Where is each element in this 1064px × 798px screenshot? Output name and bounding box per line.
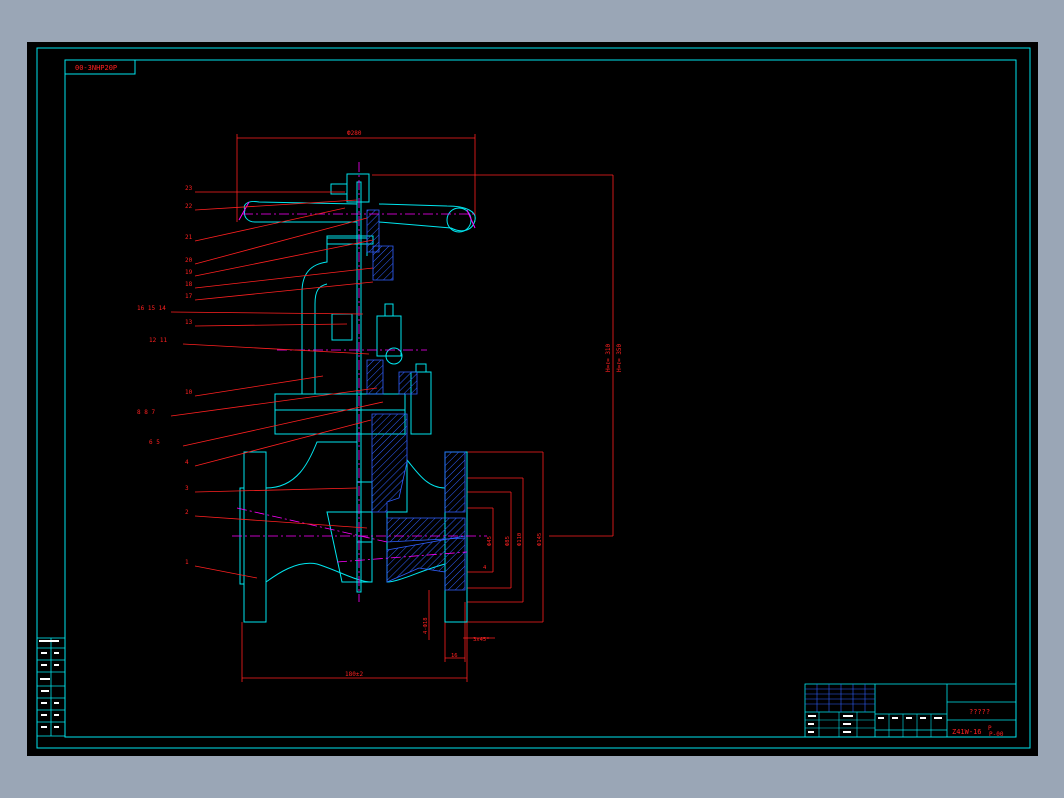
part-callouts: 2322212019181716 15 141312 11108 8 76 54… xyxy=(137,185,193,566)
dim-flange-thickness: 16 xyxy=(451,653,458,659)
dim-height xyxy=(372,174,614,537)
part-label-1: 23 xyxy=(185,185,193,192)
part-label-8: 16 15 14 xyxy=(137,305,166,312)
drawing-name: ????? xyxy=(969,708,990,716)
dim-handwheel xyxy=(236,134,476,222)
margin-glyphs xyxy=(39,640,59,728)
cad-viewport[interactable]: 00-3NHP20P ????? Z41W-16 P P-00 Ф280 H=ℓ… xyxy=(27,42,1038,756)
leader-line-17 xyxy=(194,565,258,579)
dim-height-label: H=ℓ= 310 xyxy=(605,343,612,372)
part-leader-lines xyxy=(170,191,384,579)
dim-bolt-holes: 3x45° xyxy=(473,637,490,643)
part-label-12: 8 8 7 xyxy=(137,409,155,416)
part-label-14: 4 xyxy=(185,459,189,466)
dim-face-offset: 4 xyxy=(483,565,487,571)
part-label-16: 2 xyxy=(185,509,189,516)
leader-line-3 xyxy=(194,207,346,242)
leader-line-11 xyxy=(194,375,324,397)
part-label-4: 20 xyxy=(185,257,193,264)
leader-line-14 xyxy=(194,419,372,467)
drawing-model: Z41W-16 xyxy=(952,728,982,736)
part-label-7: 17 xyxy=(185,293,193,300)
dim-d3: Ф110 xyxy=(517,533,523,546)
part-label-6: 18 xyxy=(185,281,193,288)
dim-height-open-label: H=ℓ= 350 xyxy=(616,343,623,372)
dim-d2: Ф85 xyxy=(505,536,511,546)
drawing-sheet-no: P-00 xyxy=(989,731,1004,738)
leader-line-4 xyxy=(194,217,368,265)
leader-line-10 xyxy=(182,343,370,355)
leader-line-13 xyxy=(182,401,384,447)
drawing-frame xyxy=(36,47,1031,749)
part-label-11: 10 xyxy=(185,389,193,396)
dim-flange-bottom xyxy=(428,590,495,662)
title-block-grid xyxy=(805,684,875,712)
part-label-10: 12 11 xyxy=(149,337,167,344)
valve-assembly-drawing: 00-3NHP20P ????? Z41W-16 P P-00 Ф280 H=ℓ… xyxy=(36,47,1031,749)
drawing-code-tag: 00-3NHP20P xyxy=(75,64,117,72)
part-label-17: 1 xyxy=(185,559,189,566)
part-label-15: 3 xyxy=(185,485,189,492)
leader-line-2 xyxy=(194,199,358,211)
part-label-9: 13 xyxy=(185,319,193,326)
part-label-13: 6 5 xyxy=(149,439,160,446)
dim-length-label: 180±2 xyxy=(345,671,363,678)
dim-handwheel-label: Ф280 xyxy=(347,130,362,137)
leader-line-12 xyxy=(170,387,378,417)
title-block-rows xyxy=(805,712,932,737)
part-label-5: 19 xyxy=(185,269,193,276)
leader-line-15 xyxy=(194,487,358,493)
part-label-3: 21 xyxy=(185,234,193,241)
valve-section-hatching xyxy=(366,209,466,591)
dim-d1: Ф45 xyxy=(487,536,493,546)
part-label-2: 22 xyxy=(185,203,193,210)
leader-line-9 xyxy=(194,323,348,327)
dim-thickness: 4-Ф18 xyxy=(423,617,429,634)
dim-d4: Ф145 xyxy=(537,533,543,546)
leader-line-8 xyxy=(170,311,364,315)
